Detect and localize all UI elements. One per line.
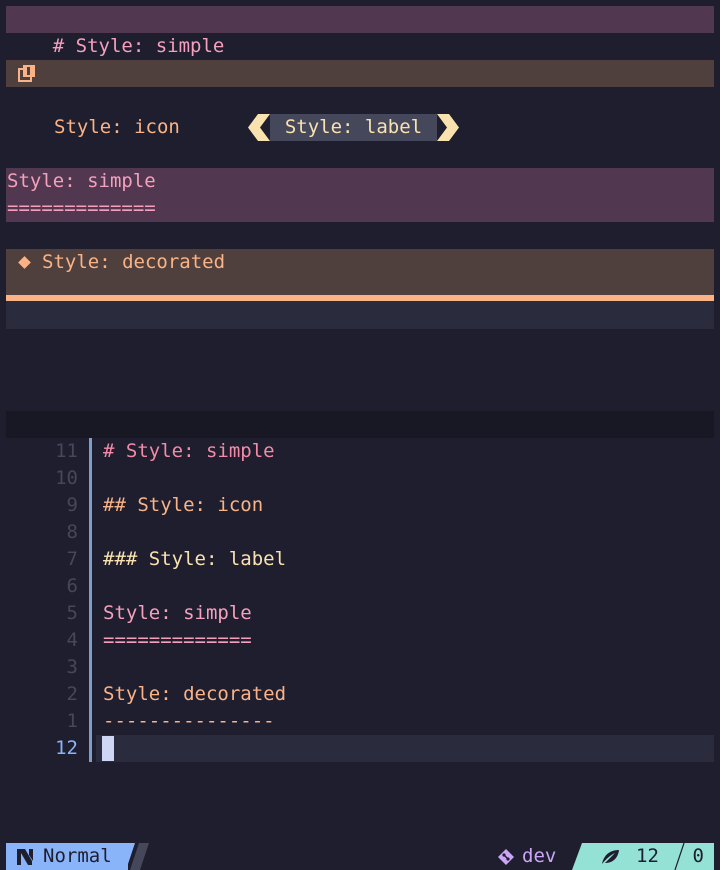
preview-h2-text: Style: icon — [54, 116, 180, 138]
indent-guide — [89, 546, 92, 573]
text-cursor — [102, 736, 114, 761]
line-number: 10 — [55, 467, 78, 489]
preview-setext-h2: Style: decorated — [6, 249, 714, 295]
line-number: 3 — [66, 656, 78, 678]
cursor-line-highlight — [96, 735, 714, 762]
status-line: Normal dev 12 0 — [6, 843, 714, 870]
preview-setext2-text: Style: decorated — [42, 251, 226, 273]
line-number: 8 — [66, 521, 78, 543]
indent-guide — [89, 519, 92, 546]
diamond-icon — [18, 256, 31, 269]
line-number: 12 — [55, 737, 78, 759]
code-line[interactable]: Style: simple — [103, 600, 252, 627]
code-line[interactable]: Style: decorated — [103, 681, 286, 708]
indent-guide — [89, 681, 92, 708]
code-line[interactable]: ## Style: icon — [103, 492, 263, 519]
indent-guide — [89, 735, 92, 762]
preview-h1-text: # Style: simple — [52, 35, 225, 57]
indent-guide — [89, 438, 92, 465]
cursor-column-number: 0 — [692, 845, 704, 867]
indent-guide — [89, 627, 92, 654]
line-number: 5 — [66, 602, 78, 624]
code-line[interactable]: ============= — [103, 627, 252, 654]
indent-guide — [89, 492, 92, 519]
mode-label: Normal — [43, 845, 112, 867]
window-split-bar[interactable] — [6, 411, 714, 438]
line-number: 6 — [66, 575, 78, 597]
indent-guide — [89, 708, 92, 735]
line-number: 11 — [55, 440, 78, 462]
preview-heading-h3: Style: label — [246, 114, 459, 141]
preview-setext-h1: Style: simple ============= — [6, 168, 714, 222]
git-branch-name: dev — [522, 845, 557, 867]
git-branch-icon — [498, 849, 514, 865]
line-number: 1 — [66, 710, 78, 732]
preview-heading-h1: # Style: simple — [6, 6, 714, 57]
label-left-chevron-icon — [248, 114, 270, 141]
indent-guide — [89, 600, 92, 627]
preview-heading-h2: Style: icon — [6, 60, 714, 138]
neovim-icon — [17, 849, 33, 865]
cursor-position: 12 0 — [572, 843, 714, 870]
heading-icon — [18, 65, 35, 82]
editor-window: # Style: simple Style: icon Style: label… — [0, 0, 720, 870]
mode-separator — [126, 843, 149, 870]
mode-indicator: Normal — [6, 843, 128, 870]
cursor-line-number: 12 — [636, 845, 659, 867]
indent-guide — [89, 654, 92, 681]
line-number: 4 — [66, 629, 78, 651]
preview-setext1-text: Style: simple — [7, 170, 156, 192]
code-line[interactable]: --------------- — [103, 708, 275, 735]
indent-guide — [89, 465, 92, 492]
line-number: 2 — [66, 683, 78, 705]
decorated-underline-shade — [6, 301, 714, 329]
code-line[interactable]: # Style: simple — [103, 438, 275, 465]
preview-setext1-underline: ============= — [7, 197, 156, 219]
preview-h3-text: Style: label — [270, 114, 437, 141]
indent-guide — [89, 573, 92, 600]
line-number: 7 — [66, 548, 78, 570]
line-number: 9 — [66, 494, 78, 516]
leaf-icon — [602, 850, 619, 864]
label-right-chevron-icon — [437, 114, 459, 141]
code-line[interactable]: ### Style: label — [103, 546, 286, 573]
